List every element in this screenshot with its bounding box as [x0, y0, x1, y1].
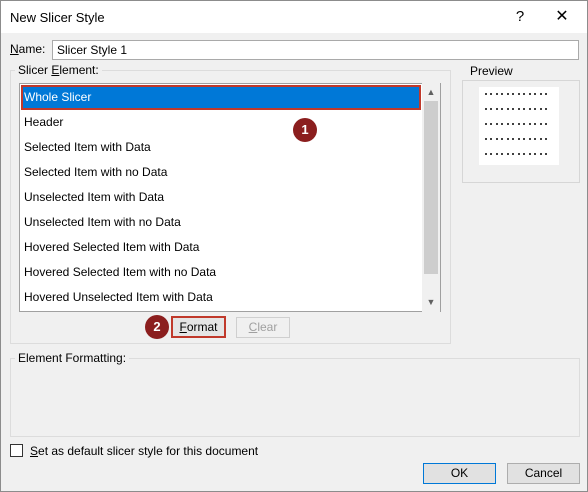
help-button[interactable]: ? [510, 6, 530, 28]
new-slicer-style-dialog: New Slicer Style ? ✕ Name: Slicer Elemen… [0, 0, 588, 492]
preview-item [518, 123, 525, 125]
list-item-selected-no-data[interactable]: Selected Item with no Data [21, 160, 421, 185]
preview-item [518, 138, 525, 140]
preview-label: Preview [470, 64, 513, 78]
default-style-checkbox[interactable] [10, 444, 23, 457]
annotation-marker-2: 2 [145, 315, 169, 339]
format-button[interactable]: Format [171, 316, 226, 338]
preview-item [540, 153, 547, 155]
format-rest: ormat [186, 320, 218, 334]
preview-item [529, 93, 536, 95]
slicer-preview-image [479, 87, 559, 165]
cancel-button[interactable]: Cancel [507, 463, 580, 484]
preview-item [485, 108, 492, 110]
name-label-rest: ame: [18, 42, 46, 56]
preview-item [496, 138, 503, 140]
chevron-down-icon[interactable]: ▼ [422, 294, 440, 311]
preview-item [496, 153, 503, 155]
preview-item [529, 153, 536, 155]
list-item-hovered-unselected-with-data[interactable]: Hovered Unselected Item with Data [21, 285, 421, 310]
preview-item [507, 108, 514, 110]
preview-item [496, 93, 503, 95]
name-label-mnemonic: N [10, 42, 19, 56]
list-item-header[interactable]: Header [21, 110, 421, 135]
chevron-up-icon[interactable]: ▲ [422, 84, 440, 101]
clear-rest: lear [257, 320, 278, 334]
preview-item [529, 108, 536, 110]
preview-item [540, 138, 547, 140]
default-style-mnemonic: S [30, 444, 39, 458]
annotation-marker-1: 1 [293, 118, 317, 142]
preview-item [507, 123, 514, 125]
name-input[interactable] [52, 40, 579, 60]
preview-item [529, 138, 536, 140]
slicer-element-label: Slicer Element: [15, 63, 102, 77]
name-label: Name: [10, 42, 45, 56]
clear-button[interactable]: Clear [236, 317, 290, 338]
close-button[interactable]: ✕ [550, 6, 574, 28]
list-item-hovered-selected-with-data[interactable]: Hovered Selected Item with Data [21, 235, 421, 260]
preview-item [496, 123, 503, 125]
list-item-unselected-no-data[interactable]: Unselected Item with no Data [21, 210, 421, 235]
ok-button[interactable]: OK [423, 463, 496, 484]
list-scrollbar[interactable]: ▲ ▼ [422, 83, 440, 312]
preview-item [485, 138, 492, 140]
format-mnemonic: F [179, 320, 187, 334]
preview-item [518, 153, 525, 155]
default-style-rest: et as default slicer style for this docu… [38, 444, 259, 458]
preview-item [507, 153, 514, 155]
default-style-label: Set as default slicer style for this doc… [30, 444, 258, 458]
preview-panel [462, 80, 580, 183]
dialog-title: New Slicer Style [10, 10, 105, 25]
preview-item [485, 123, 492, 125]
element-formatting-group [10, 358, 580, 437]
slicer-element-list[interactable]: Whole Slicer Header Selected Item with D… [19, 83, 441, 312]
list-item-whole-slicer[interactable]: Whole Slicer [21, 85, 421, 110]
preview-item [518, 93, 525, 95]
preview-item [518, 108, 525, 110]
title-bar: New Slicer Style ? ✕ [1, 1, 587, 33]
preview-item [507, 93, 514, 95]
preview-item [540, 93, 547, 95]
element-formatting-label: Element Formatting: [15, 351, 130, 365]
preview-item [496, 108, 503, 110]
list-item-selected-with-data[interactable]: Selected Item with Data [21, 135, 421, 160]
preview-item [485, 153, 492, 155]
list-item-unselected-with-data[interactable]: Unselected Item with Data [21, 185, 421, 210]
preview-item [507, 138, 514, 140]
preview-item [485, 93, 492, 95]
list-item-hovered-selected-no-data[interactable]: Hovered Selected Item with no Data [21, 260, 421, 285]
scrollbar-thumb[interactable] [424, 101, 438, 274]
preview-item [529, 123, 536, 125]
preview-item [540, 108, 547, 110]
preview-item [540, 123, 547, 125]
